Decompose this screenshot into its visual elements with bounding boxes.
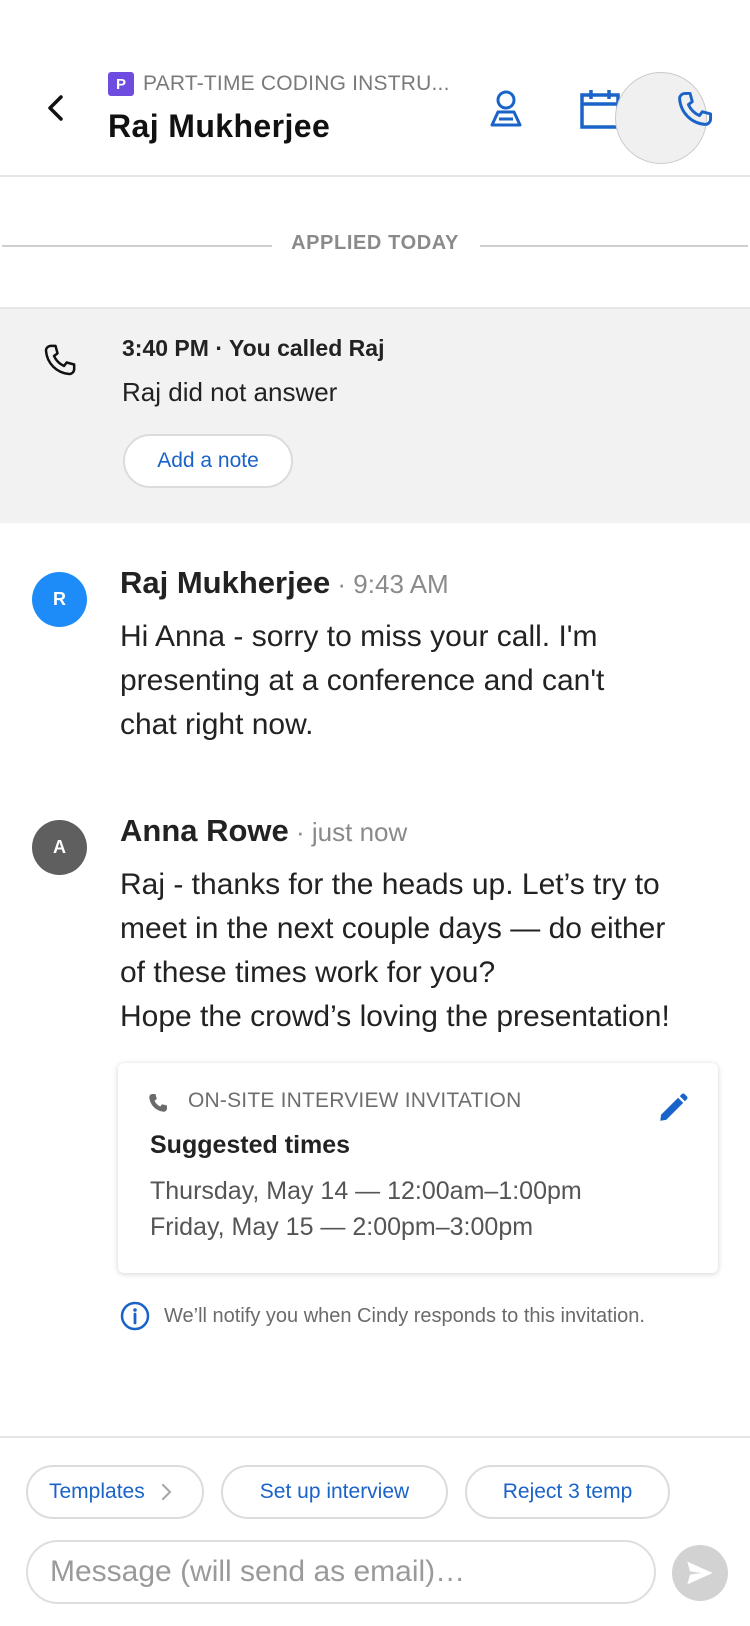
invitation-time-slot: Thursday, May 14 — 12:00am–1:00pm bbox=[150, 1177, 582, 1205]
message-line: chat right now. bbox=[120, 708, 314, 741]
reject-button[interactable]: Reject 3 temp bbox=[465, 1465, 670, 1519]
chevron-right-icon bbox=[161, 1483, 171, 1501]
candidate-profile-button[interactable] bbox=[481, 84, 531, 134]
message-line: of these times work for you? bbox=[120, 956, 496, 989]
call-event-icon-wrap bbox=[40, 340, 80, 385]
candidate-name: Raj Mukherjee bbox=[108, 108, 331, 144]
job-title: PART-TIME CODING INSTRU... bbox=[143, 72, 450, 95]
call-event-text: Raj did not answer bbox=[122, 377, 338, 407]
message-line: meet in the next couple days — do either bbox=[120, 912, 666, 945]
notify-text: We’ll notify you when Cindy responds to … bbox=[164, 1304, 645, 1327]
call-button[interactable] bbox=[670, 84, 720, 134]
templates-label: Templates bbox=[49, 1480, 145, 1503]
applied-divider: APPLIED TODAY bbox=[0, 230, 750, 260]
message-sender: Raj Mukherjee bbox=[120, 565, 331, 600]
phone-outline-icon bbox=[44, 344, 76, 376]
message-body: Raj - thanks for the heads up. Let’s try… bbox=[120, 863, 670, 1039]
job-title-row[interactable]: P PART-TIME CODING INSTRU... bbox=[108, 72, 450, 96]
phone-filled-icon bbox=[149, 1094, 167, 1112]
edit-invitation-button[interactable] bbox=[656, 1091, 690, 1130]
notify-row: We’ll notify you when Cindy responds to … bbox=[120, 1301, 645, 1331]
back-chevron-icon bbox=[48, 95, 63, 121]
avatar: R bbox=[32, 572, 87, 627]
conversation-header: P PART-TIME CODING INSTRU... Raj Mukherj… bbox=[0, 0, 750, 177]
message-line: Hope the crowd’s loving the presentation… bbox=[120, 1000, 670, 1033]
message-body: Hi Anna - sorry to miss your call. I'm p… bbox=[120, 615, 604, 747]
info-icon bbox=[120, 1301, 150, 1331]
invitation-type-label: ON-SITE INTERVIEW INVITATION bbox=[188, 1089, 522, 1112]
message-line: presenting at a conference and can't bbox=[120, 664, 605, 697]
avatar: A bbox=[32, 820, 87, 875]
add-note-button[interactable]: Add a note bbox=[123, 434, 293, 488]
invitation-title: Suggested times bbox=[150, 1131, 351, 1159]
job-badge: P bbox=[108, 72, 134, 96]
templates-button[interactable]: Templates bbox=[26, 1465, 204, 1519]
message-sender: Anna Rowe bbox=[120, 813, 289, 848]
message-time: · 9:43 AM bbox=[330, 569, 449, 599]
invitation-phone-wrap bbox=[146, 1091, 170, 1120]
message-line: Hi Anna - sorry to miss your call. I'm bbox=[120, 620, 598, 653]
send-icon bbox=[687, 1561, 713, 1585]
pencil-icon bbox=[660, 1093, 688, 1121]
message-header: Raj Mukherjee · 9:43 AM bbox=[120, 565, 449, 601]
call-event-meta: 3:40 PM · You called Raj bbox=[122, 335, 385, 361]
invitation-time-slot: Friday, May 15 — 2:00pm–3:00pm bbox=[150, 1213, 534, 1241]
message-time: · just now bbox=[288, 817, 408, 847]
message-header: Anna Rowe · just now bbox=[120, 813, 407, 849]
message-input[interactable] bbox=[26, 1540, 656, 1604]
divider-label: APPLIED TODAY bbox=[275, 232, 475, 254]
phone-icon bbox=[678, 91, 713, 126]
message-line: Raj - thanks for the heads up. Let’s try… bbox=[120, 868, 660, 901]
candidate-profile-icon bbox=[490, 90, 522, 127]
send-button[interactable] bbox=[672, 1545, 728, 1601]
back-button[interactable] bbox=[38, 88, 74, 128]
interview-invitation-card[interactable]: ON-SITE INTERVIEW INVITATION Suggested t… bbox=[118, 1063, 718, 1273]
set-up-interview-button[interactable]: Set up interview bbox=[221, 1465, 448, 1519]
